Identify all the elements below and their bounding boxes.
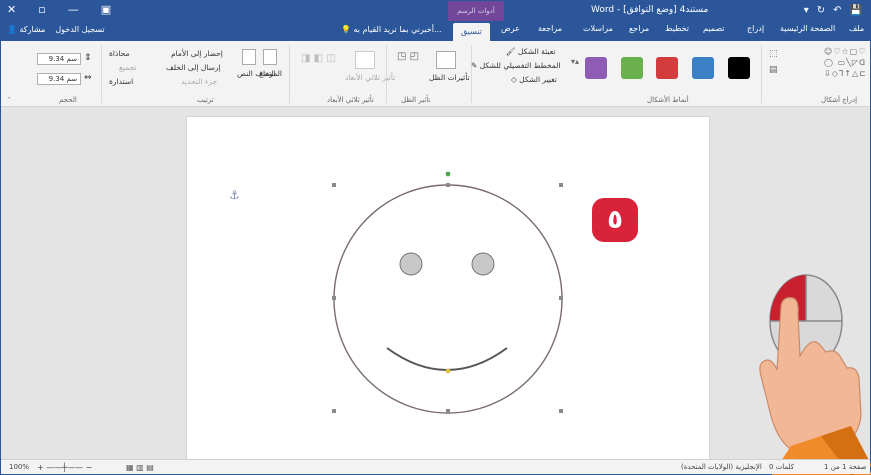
style-swatch-2[interactable] [692,57,714,79]
shape-edit-icon: ◇ [511,75,517,84]
threed-effects-button[interactable]: تأثير ثلاثي الأبعاد [345,73,395,82]
zoom-slider[interactable]: + ——┼—— − [37,463,92,472]
height-icon: ⇕ [84,53,92,63]
tab-format[interactable]: تنسيق [453,23,490,41]
size-group-label: الحجم [59,96,77,104]
tab-design[interactable]: تصميم [703,24,725,33]
tab-layout[interactable]: تخطيط [665,24,689,33]
language-indicator[interactable]: الإنجليزية (الولايات المتحدة) [681,463,762,471]
ribbon-tabs: 👤 مشاركة تسجيل الدخول 💡 أخبرني بما تريد … [1,21,870,41]
zoom-level[interactable]: 100% [9,463,29,471]
gallery-scroll-icon[interactable]: ▴▾ [571,57,579,66]
quick-access-toolbar: ▾ ↻ ↶ 💾 [804,4,862,18]
mouse-click-hand-icon [759,274,871,475]
step-number-badge: ٥ [592,198,638,242]
style-swatch-4[interactable] [621,57,643,79]
shadow-group-label: تأثير الظل [401,96,431,104]
pen-icon: ✎ [471,61,478,70]
arrange-group-label: ترتيب [197,96,214,104]
smiley-drawing: ⚓ [229,171,563,414]
shadow-nudge-icons: ◰ ◳ [397,51,420,62]
height-input[interactable]: 9.34 سم [37,53,81,65]
shape-styles-group-label: أنماط الأشكال [647,96,689,104]
lightbulb-icon: 💡 [341,25,351,34]
contextual-tab-label: أدوات الرسم [448,1,504,21]
rotate-button[interactable]: استدارة [109,77,133,86]
anchor-icon: ⚓ [229,188,240,202]
redo-icon[interactable]: ↻ [817,4,825,18]
tab-insert[interactable]: إدراج [747,24,764,33]
text-box-icon[interactable]: ▤ [769,65,778,75]
tab-references[interactable]: مراجع [629,24,649,33]
smile-arc [386,347,508,371]
width-input[interactable]: 9.34 سم [37,73,81,85]
ribbon-display-icon[interactable]: ▣ [101,3,111,16]
word-count[interactable]: 0 كلمات [769,463,794,471]
minimize-icon[interactable]: — [68,3,79,16]
send-backward-button[interactable]: إرسال إلى الخلف [166,63,221,72]
width-icon: ⇔ [84,73,92,83]
insert-shapes-group-label: إدراج أشكال [821,96,858,104]
tab-mailings[interactable]: مراسلات [583,24,613,33]
shapes-gallery[interactable]: ☺♡☆▢♡◯ ▭╲◸ᗡ⇩◇⅂↑△⊏ [824,46,868,82]
edit-shape-icon[interactable]: ⬚ [769,49,778,59]
page-info[interactable]: صفحة 1 من 1 [824,463,866,471]
title-bar: ✕ ▫ — ▣ أدوات الرسم مستند4 [وضع التوافق]… [1,1,870,21]
align-button[interactable]: محاذاة [109,49,130,58]
style-swatch-5[interactable] [585,57,607,79]
share-icon: 👤 [7,25,17,34]
shadow-icon [436,51,456,69]
wrap-text-icon [242,49,256,65]
sign-in-button[interactable]: تسجيل الدخول [55,25,104,34]
status-bar: 100% + ——┼—— − ▦ ▥ ▤ الإنجليزية (الولايا… [1,459,870,474]
tab-view[interactable]: عرض [501,24,520,33]
threed-icon [355,51,375,69]
tab-file[interactable]: ملف [849,24,864,33]
tab-review[interactable]: مراجعة [538,24,562,33]
restore-icon[interactable]: ▫ [38,3,45,16]
paint-bucket-icon: 🖌 [506,47,516,56]
collapse-ribbon-icon[interactable]: ⌃ [6,96,12,104]
customize-qat-icon[interactable]: ▾ [804,4,809,18]
tab-home[interactable]: الصفحة الرئيسية [780,24,835,33]
style-swatch-1[interactable] [728,57,750,79]
position-button[interactable]: الموضع [259,69,282,78]
ribbon: 9.34 سم 9.34 سم ⇕ ⇔ الحجم محاذاة تجميع ا… [1,41,870,107]
adjust-handle [445,368,451,374]
view-buttons[interactable]: ▦ ▥ ▤ [126,463,154,472]
left-eye [399,252,423,276]
undo-icon[interactable]: ↶ [833,4,841,18]
shadow-effects-button[interactable]: تأثيرات الظل [429,73,470,82]
save-icon[interactable]: 💾 [850,4,862,18]
close-icon[interactable]: ✕ [7,3,16,16]
rotation-handle [445,171,451,177]
window-controls: ✕ ▫ — ▣ [7,3,111,16]
position-icon [263,49,277,65]
threed-group-label: تأثير ثلاثي الأبعاد [327,96,374,104]
right-eye [471,252,495,276]
bring-forward-button[interactable]: إحضار إلى الأمام [171,49,223,58]
tell-me-box[interactable]: 💡 أخبرني بما تريد القيام به... [341,25,442,34]
group-button[interactable]: تجميع [119,63,137,72]
tilt-icons: ◫ ◧ ◨ [301,53,336,64]
document-page[interactable]: ⚓ [187,117,709,462]
style-swatch-3[interactable] [656,57,678,79]
shape-fill-button[interactable]: تعبئة الشكل 🖌 [506,47,555,56]
selection-pane-button[interactable]: جزء التحديد [181,77,217,86]
face-circle [333,184,563,414]
share-button[interactable]: 👤 مشاركة [7,25,45,34]
document-title: مستند4 [وضع التوافق] - Word [591,5,709,15]
change-shape-button[interactable]: تغيير الشكل ◇ [511,75,557,84]
shape-outline-button[interactable]: المخطط التفصيلي للشكل ✎ [471,61,560,70]
